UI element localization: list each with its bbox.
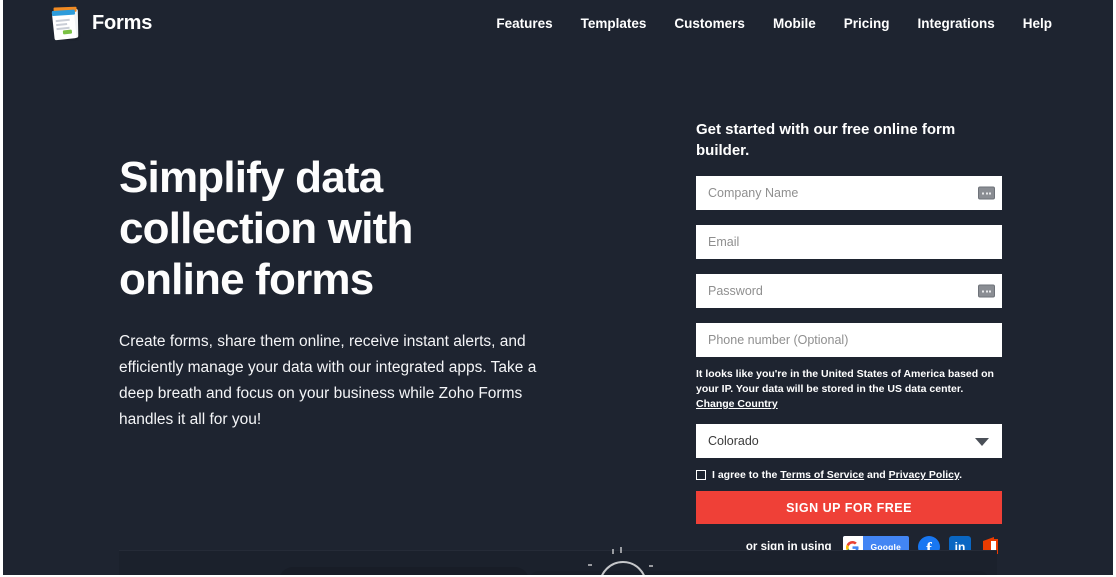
terms-checkbox[interactable]	[696, 470, 706, 480]
state-select[interactable]: Colorado	[696, 424, 1002, 458]
change-country-link[interactable]: Change Country	[696, 398, 778, 410]
password-field[interactable]	[696, 274, 1002, 308]
phone-field[interactable]	[696, 323, 1002, 357]
signup-heading: Get started with our free online form bu…	[696, 121, 956, 159]
phone-input[interactable]	[696, 323, 1002, 357]
brand-logo[interactable]: Forms	[50, 5, 153, 42]
nav-item-templates[interactable]: Templates	[567, 10, 661, 37]
terms-middle: and	[864, 469, 889, 481]
nav-item-help[interactable]: Help	[1009, 10, 1066, 37]
site-header: Forms Features Templates Customers Mobil…	[3, 0, 1113, 46]
privacy-policy-link[interactable]: Privacy Policy	[889, 469, 959, 481]
chevron-down-icon	[975, 438, 989, 446]
nav-item-features[interactable]: Features	[482, 10, 566, 37]
terms-prefix: I agree to the	[712, 469, 781, 481]
autofill-icon[interactable]	[978, 284, 995, 298]
nav-item-integrations[interactable]: Integrations	[903, 10, 1008, 37]
nav-item-customers[interactable]: Customers	[660, 10, 759, 37]
ip-location-note: It looks like you're in the United State…	[696, 367, 996, 412]
company-name-input[interactable]	[696, 176, 1002, 210]
spinner-tick	[588, 564, 592, 566]
password-input[interactable]	[696, 274, 1002, 308]
bottom-shape-left	[279, 567, 529, 575]
forms-clipboard-icon	[50, 5, 83, 42]
signup-form: Get started with our free online form bu…	[696, 119, 1002, 558]
sign-up-button[interactable]: SIGN UP FOR FREE	[696, 491, 1002, 524]
page-title: Simplify data collection with online for…	[119, 153, 413, 304]
main-nav: Features Templates Customers Mobile Pric…	[482, 10, 1066, 37]
brand-name: Forms	[92, 11, 153, 34]
email-field[interactable]	[696, 225, 1002, 259]
terms-agreement-row: I agree to the Terms of Service and Priv…	[696, 469, 1002, 481]
nav-item-pricing[interactable]: Pricing	[830, 10, 904, 37]
hero-section: Simplify data collection with online for…	[119, 152, 589, 433]
terms-text: I agree to the Terms of Service and Priv…	[712, 469, 962, 481]
email-input[interactable]	[696, 225, 1002, 259]
spinner-tick	[612, 549, 614, 554]
company-name-field[interactable]	[696, 176, 1002, 210]
hero-subtitle: Create forms, share them online, receive…	[119, 333, 537, 428]
terms-of-service-link[interactable]: Terms of Service	[780, 469, 864, 481]
terms-suffix: .	[959, 469, 962, 481]
state-select-value: Colorado	[708, 434, 759, 448]
spinner-tick	[649, 565, 653, 567]
bottom-shape-right	[529, 571, 989, 575]
bottom-preview-panel	[119, 550, 997, 575]
nav-item-mobile[interactable]: Mobile	[759, 10, 830, 37]
ip-note-line2: Your data will be stored in the US data …	[735, 383, 964, 395]
spinner-tick	[620, 547, 622, 553]
autofill-icon[interactable]	[978, 186, 995, 200]
page-root: Forms Features Templates Customers Mobil…	[0, 0, 1116, 577]
